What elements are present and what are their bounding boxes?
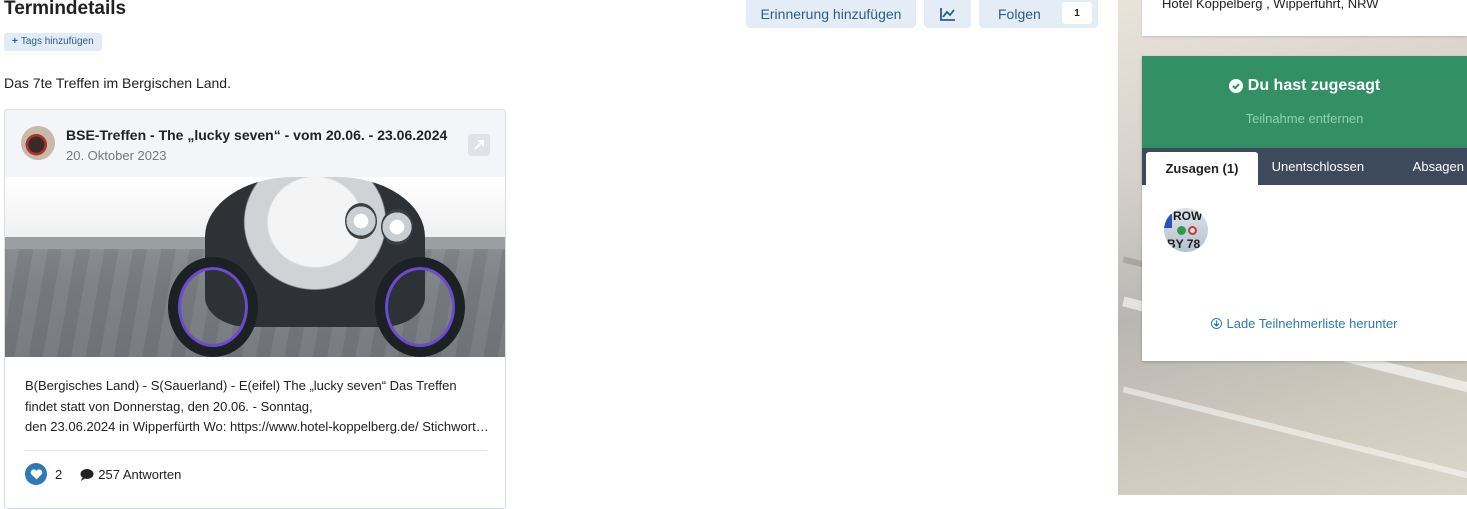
add-tags-label: Tags hinzufügen [20,36,94,47]
check-circle-icon [1228,79,1243,93]
card-excerpt: B(Bergisches Land) - S(Sauerland) - E(ei… [25,376,490,438]
download-icon [1211,318,1223,329]
motorcycle-headlight [345,203,377,239]
excerpt-line: findet statt von Donnerstag, den 20.06. … [25,398,313,414]
plate-sticker-red [1188,226,1197,235]
motorcycle-headlight [381,209,413,245]
card-image[interactable] [5,177,505,357]
chart-line-icon [939,8,955,21]
background-photo [1122,386,1467,480]
comment-icon [80,468,94,481]
rsvp-widget: Du hast zugesagt Teilnahme entfernen Zus… [1142,56,1467,361]
remove-attendance-link[interactable]: Teilnahme entfernen [1142,111,1467,126]
plate-sticker-green [1177,226,1186,235]
author-avatar[interactable] [21,126,55,160]
excerpt-line: B(Bergisches Land) - S(Sauerland) - E(ei… [25,378,457,393]
plate-text-top: ROW [1173,209,1203,223]
follow-label: Folgen [998,6,1041,22]
chart-button[interactable] [924,0,971,28]
card-divider [25,450,487,451]
tab-going[interactable]: Zusagen (1) [1146,152,1258,185]
rsvp-header: Du hast zugesagt Teilnahme entfernen [1142,56,1467,148]
plus-icon: + [12,36,18,47]
follow-button[interactable]: Folgen 1 [979,0,1098,28]
card-title[interactable]: BSE-Treffen - The „lucky seven“ - vom 20… [66,127,466,143]
excerpt-line: den 23.06.2024 in Wipperfürth Wo: https:… [25,419,490,434]
tab-maybe[interactable]: Unentschlossen [1258,148,1378,185]
like-count: 2 [55,466,63,482]
motorcycle-rear-wheel [168,257,258,357]
download-label: Lade Teilnehmerliste herunter [1226,316,1398,331]
card-date: 20. Oktober 2023 [66,148,167,163]
sidebar: Hotel Koppelberg , Wipperführt, NRW Du h… [1118,0,1467,495]
follow-count-badge: 1 [1062,2,1092,24]
page-title: Termindetails [4,0,127,19]
attendee-tabs: Zusagen (1) Unentschlossen Absagen [1142,148,1467,185]
external-link-icon[interactable] [468,134,490,156]
event-location: Hotel Koppelberg , Wipperführt, NRW [1162,0,1379,11]
card-stats: 2 257 Antworten [25,462,181,486]
plate-eu-strip [1164,214,1172,228]
reply-count[interactable]: 257 Antworten [98,467,181,482]
heart-icon[interactable] [25,463,47,485]
rsvp-status: Du hast zugesagt [1142,77,1467,95]
add-reminder-button[interactable]: Erinnerung hinzufügen [746,0,916,28]
event-description: Das 7te Treffen im Bergischen Land. [4,75,231,91]
add-tags-button[interactable]: + Tags hinzufügen [4,33,102,51]
download-attendee-list-link[interactable]: Lade Teilnehmerliste herunter [1142,316,1467,331]
card-header: BSE-Treffen - The „lucky seven“ - vom 20… [5,110,505,177]
attendee-avatar[interactable]: ROW BY 78 [1164,208,1208,252]
location-box: Hotel Koppelberg , Wipperführt, NRW [1142,0,1467,36]
plate-text-bottom: BY 78 [1167,237,1201,251]
tab-declined[interactable]: Absagen [1378,148,1467,185]
motorcycle-front-wheel [375,257,465,357]
linked-topic-card[interactable]: BSE-Treffen - The „lucky seven“ - vom 20… [4,109,506,509]
main-content: Termindetails + Tags hinzufügen Erinnerun… [0,0,1118,509]
rsvp-status-label: Du hast zugesagt [1247,77,1381,94]
